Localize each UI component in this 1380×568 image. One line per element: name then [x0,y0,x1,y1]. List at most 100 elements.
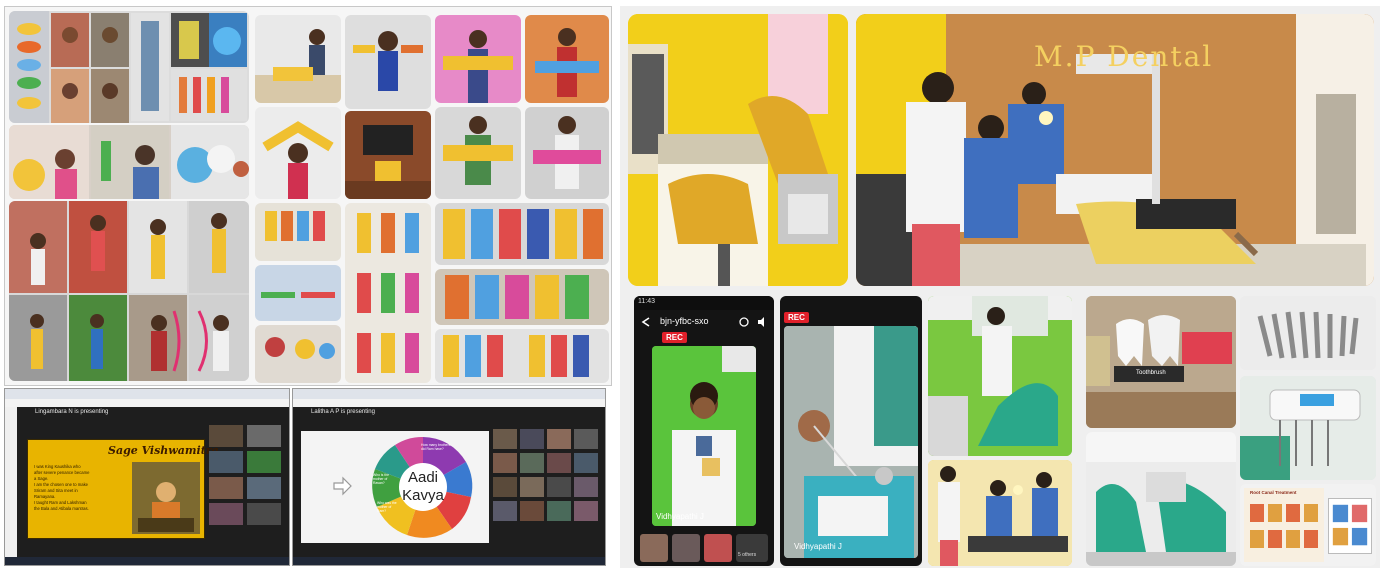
photo-dentist-with-patient: M.P Dental [856,14,1374,286]
presenter-banner: Lingambara N is presenting [35,409,109,415]
phone-screenshot-video-call-2: REC Vidhyapathi J [780,296,922,566]
collage-photo-stick-puppets-1 [255,203,341,261]
arrow-icon [331,475,353,497]
photo-dental-procedure [928,460,1072,566]
slide-title-line2: Kavya [402,487,444,504]
participant-tile [247,503,281,525]
craft-collage [4,6,612,386]
sage-painting [132,462,200,534]
poster-right [1328,498,1372,554]
photo-dentist-green-chair [928,296,1072,456]
toothbrush-label: Toothbrush [1136,370,1166,376]
taskbar [293,557,605,565]
collage-photo-stick-puppets-4 [345,203,431,383]
collage-photo-puppets-table [9,11,249,123]
participant-tile [547,453,571,473]
participant-tile [247,451,281,473]
collage-photo-stick-puppets-2 [255,265,341,321]
collage-photo-boy-orange [525,15,609,103]
photo-dental-chair-yellow-wall [628,14,848,286]
participant-grid [493,429,599,547]
photo-dental-instruments [1240,296,1376,370]
collage-photo-puppet-board-1 [435,203,609,265]
participant-tile [247,425,281,447]
status-time: 11:43 [638,298,655,305]
participant-tile [520,501,544,521]
participant-tile [247,477,281,499]
slide-bullet: the Bala and Atibala mantras. [34,506,89,511]
participant-name: Vidhyapathi J [794,542,842,551]
participant-video [652,346,756,526]
participant-name: Vidhyapathi J [656,512,704,521]
participant-thumbnail [640,534,668,562]
rec-badge: REC [662,332,687,343]
video-call-screenshot-2: Lalitha A P is presenting How many broth… [292,388,606,566]
participant-grid [209,425,281,545]
presentation-slide: How many brothers did Ram have? Who is t… [301,431,489,543]
collage-photo-stick-puppets-3 [255,325,341,383]
video-call-screenshot-1: Lingambara N is presenting Sage Vishwami… [4,388,290,566]
participant-tile [574,501,598,521]
browser-address-bar [293,399,605,407]
switch-camera-icon[interactable] [738,316,750,328]
rec-badge: REC [784,312,809,323]
participant-tile [574,477,598,497]
participant-thumbnails: 5 others [640,534,768,562]
slide-bullets: I was King Kaushika who after severe pen… [34,464,130,512]
status-bar: 11:43 [634,296,774,310]
participant-tile [493,453,517,473]
others-tile[interactable]: 5 others [736,534,768,562]
participant-tile [547,501,571,521]
collage-photo-archery-kids [9,201,249,381]
participant-tile [493,477,517,497]
wheel-label: Who is the mother of Ravan? [373,473,390,485]
participant-tile [493,429,517,449]
collage-photo-boy-white [525,107,609,199]
collage-photo-girl-fan [255,107,341,199]
presentation-slide: Sage Vishwamitra I was King Kaushika who… [27,439,219,539]
participant-tile [209,425,243,447]
photo-tooth-models: Toothbrush [1086,296,1236,428]
speaker-icon[interactable] [756,316,768,328]
collage-photo-boy-green-shirt [435,107,521,199]
collage-photo-children-faces [9,125,249,199]
participant-thumbnail [704,534,732,562]
wheel-label: How many brothers did Ram have? [421,443,451,451]
participant-tile [209,503,243,525]
others-label: 5 others [738,552,757,558]
collage-photo-puppet-board-2 [435,269,609,325]
slide-title: Sage Vishwamitra [108,444,219,457]
taskbar [5,557,289,565]
poster-left: Root Canal Treatment [1244,488,1324,562]
poster-title: Root Canal Treatment [1250,490,1297,495]
participant-tile [574,453,598,473]
back-arrow-icon[interactable] [640,316,652,328]
collage-photo-girl-puppets [345,15,431,109]
participant-tile [520,453,544,473]
collage-photo-girl-pink [435,15,521,103]
wheel-label: Who was the mother of Ram? [377,501,397,513]
participant-tile [547,429,571,449]
collage-photo-boy-puppets [255,15,341,103]
photo-dental-unit-tray [1240,376,1376,480]
phone-screenshot-video-call-1: 11:43 bjn-yfbc-sxo REC Vidhyapathi J 5 o… [634,296,774,566]
photo-root-canal-poster: Root Canal Treatment [1240,484,1376,566]
participant-tile [574,429,598,449]
presenter-banner: Lalitha A P is presenting [311,409,375,415]
participant-tile [547,477,571,497]
participant-tile [493,501,517,521]
participant-thumbnail [672,534,700,562]
spinner-wheel: How many brothers did Ram have? Who is t… [367,435,479,539]
collage-photo-tv-room [345,111,431,199]
participant-tile [520,477,544,497]
collage-photo-puppet-board-3 [435,329,609,383]
browser-tab-bar [293,389,605,399]
participant-tile [520,429,544,449]
participant-tile [209,451,243,473]
browser-address-bar [5,399,289,407]
participant-tile [209,477,243,499]
browser-tab-bar [5,389,289,399]
slide-title-line1: Aadi [407,469,439,486]
photo-dental-chairs-clinic [1086,432,1236,566]
side-toolbar [5,407,17,559]
